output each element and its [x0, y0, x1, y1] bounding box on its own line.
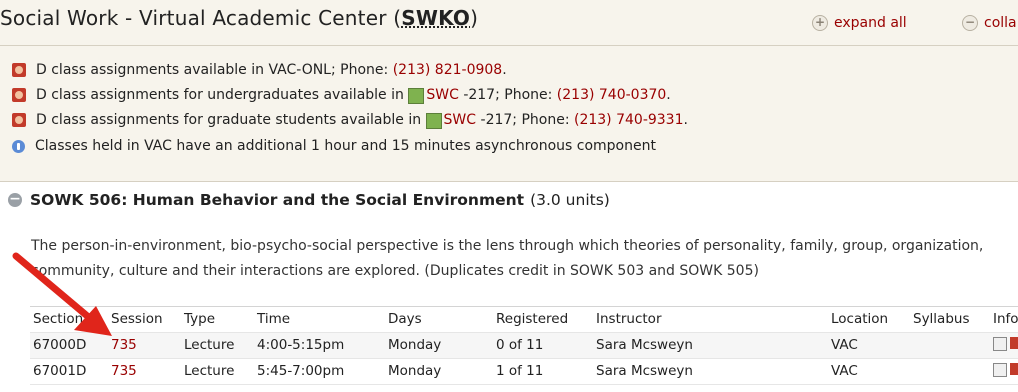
section-time: 4:00-5:15pm	[257, 337, 345, 353]
note-item: D class assignments for undergraduates a…	[12, 87, 671, 104]
section-number: 67000D	[33, 337, 87, 353]
section-location: VAC	[831, 337, 858, 353]
note-text: D class assignments for undergraduates a…	[36, 87, 404, 103]
phone-link[interactable]: (213) 821-0908	[393, 62, 503, 78]
plus-icon: +	[812, 15, 828, 31]
course-description: The person-in-environment, bio-psycho-so…	[31, 234, 1018, 284]
sections-table: Section Session Type Time Days Registere…	[30, 306, 1018, 385]
note-item: D class assignments for graduate student…	[12, 112, 688, 129]
department-notes: D class assignments available in VAC-ONL…	[0, 46, 1018, 182]
column-header-syllabus: Syllabus	[913, 311, 970, 327]
column-header-days: Days	[388, 311, 422, 327]
section-registered: 0 of 11	[496, 337, 544, 353]
collapse-all-link[interactable]: − colla	[962, 15, 1017, 31]
description-line: The person-in-environment, bio-psycho-so…	[31, 238, 984, 254]
section-info	[993, 337, 1018, 351]
collapse-all-label: colla	[984, 15, 1017, 31]
note-text: -217; Phone:	[463, 87, 553, 103]
section-type: Lecture	[184, 337, 235, 353]
phone-link[interactable]: (213) 740-9331	[574, 112, 684, 128]
column-header-time: Time	[257, 311, 291, 327]
map-icon[interactable]	[425, 113, 442, 129]
column-header-location: Location	[831, 311, 889, 327]
calendar-icon[interactable]	[993, 337, 1007, 351]
note-text: D class assignments for graduate student…	[36, 112, 422, 128]
note-text: .	[502, 62, 507, 78]
map-icon[interactable]	[408, 88, 425, 104]
note-text: -217; Phone:	[480, 112, 570, 128]
section-instructor: Sara Mcsweyn	[596, 337, 693, 353]
course-header[interactable]: − SOWK 506: Human Behavior and the Socia…	[8, 191, 610, 209]
phone-book-icon	[12, 113, 26, 127]
column-header-session: Session	[111, 311, 163, 327]
column-header-instructor: Instructor	[596, 311, 662, 327]
table-row: 67001D 735 Lecture 5:45-7:00pm Monday 1 …	[30, 359, 1018, 385]
description-line: community, culture and their interaction…	[31, 263, 759, 279]
department-code[interactable]: SWKO	[401, 6, 470, 30]
minus-icon: −	[962, 15, 978, 31]
section-type: Lecture	[184, 363, 235, 379]
note-text: .	[666, 87, 671, 103]
calendar-icon[interactable]	[993, 363, 1007, 377]
section-time: 5:45-7:00pm	[257, 363, 345, 379]
note-item: D class assignments available in VAC-ONL…	[12, 62, 507, 78]
department-name: Social Work - Virtual Academic Center	[0, 6, 387, 30]
department-header: Social Work - Virtual Academic Center (S…	[0, 0, 1018, 46]
section-days: Monday	[388, 363, 442, 379]
flag-icon[interactable]	[1010, 363, 1018, 375]
phone-book-icon	[12, 88, 26, 102]
section-days: Monday	[388, 337, 442, 353]
building-link[interactable]: SWC	[444, 112, 477, 128]
note-text: .	[683, 112, 688, 128]
column-header-registered: Registered	[496, 311, 569, 327]
section-info	[993, 363, 1018, 377]
section-registered: 1 of 11	[496, 363, 544, 379]
info-bubble-icon	[12, 139, 25, 153]
expand-all-label: expand all	[834, 15, 907, 31]
flag-icon[interactable]	[1010, 337, 1018, 349]
section-location: VAC	[831, 363, 858, 379]
expand-all-link[interactable]: + expand all	[812, 15, 907, 31]
collapse-course-icon[interactable]: −	[8, 192, 22, 207]
phone-link[interactable]: (213) 740-0370	[557, 87, 667, 103]
table-row: 67000D 735 Lecture 4:00-5:15pm Monday 0 …	[30, 333, 1018, 359]
column-header-info: Info	[993, 311, 1018, 327]
table-header-row: Section Session Type Time Days Registere…	[30, 307, 1018, 333]
department-title: Social Work - Virtual Academic Center (S…	[0, 6, 479, 30]
building-link[interactable]: SWC	[426, 87, 459, 103]
phone-book-icon	[12, 63, 26, 77]
column-header-type: Type	[184, 311, 216, 327]
course-units: (3.0 units)	[530, 191, 610, 209]
course-title: SOWK 506: Human Behavior and the Social …	[30, 191, 525, 209]
note-text: Classes held in VAC have an additional 1…	[35, 138, 656, 154]
section-number: 67001D	[33, 363, 87, 379]
column-header-section: Section	[33, 311, 84, 327]
session-link[interactable]: 735	[111, 363, 137, 379]
session-link[interactable]: 735	[111, 337, 137, 353]
note-text: D class assignments available in VAC-ONL…	[36, 62, 389, 78]
note-item: Classes held in VAC have an additional 1…	[12, 138, 656, 154]
section-instructor: Sara Mcsweyn	[596, 363, 693, 379]
